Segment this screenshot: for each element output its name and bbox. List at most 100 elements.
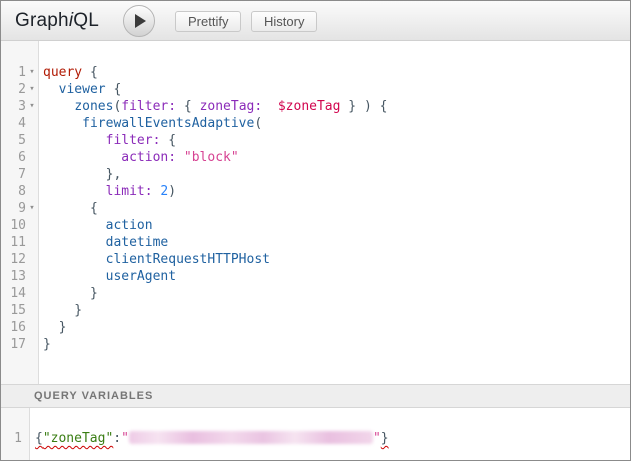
- code-line: }: [43, 285, 630, 302]
- gutter-row: 14: [1, 285, 38, 302]
- fold-cell: [26, 217, 38, 234]
- redacted-zone-tag-value: [129, 431, 373, 444]
- graphiql-app: GraphiQL Prettify History 1▾2▾3▾456789▾1…: [0, 0, 631, 461]
- json-colon: :: [113, 431, 121, 446]
- code-line: }: [43, 336, 630, 353]
- token-p: }: [43, 303, 82, 318]
- token-prop: datetime: [106, 235, 169, 250]
- fold-cell: [26, 234, 38, 251]
- history-button[interactable]: History: [251, 11, 317, 32]
- line-number: 7: [1, 166, 26, 183]
- token-p: ): [168, 184, 176, 199]
- variables-code-area[interactable]: {"zoneTag":""}: [30, 408, 630, 460]
- token-p: [43, 150, 121, 165]
- line-number: 10: [1, 217, 26, 234]
- token-prop: clientRequestHTTPHost: [106, 252, 270, 267]
- fold-toggle-icon[interactable]: ▾: [26, 64, 38, 81]
- token-p: [43, 184, 106, 199]
- code-line: query {: [43, 64, 630, 81]
- fold-cell: [26, 132, 38, 149]
- gutter-row: 4: [1, 115, 38, 132]
- token-p: [43, 269, 106, 284]
- code-line: userAgent: [43, 268, 630, 285]
- gutter-row: 8: [1, 183, 38, 200]
- fold-cell: [26, 319, 38, 336]
- line-number: 8: [1, 183, 26, 200]
- execute-query-button[interactable]: [123, 5, 155, 37]
- line-number: 17: [1, 336, 26, 353]
- code-line: },: [43, 166, 630, 183]
- line-number: 15: [1, 302, 26, 319]
- line-number: 9: [1, 200, 26, 217]
- gutter-row: 17: [1, 336, 38, 353]
- token-p: [176, 150, 184, 165]
- gutter-row: 9▾: [1, 200, 38, 217]
- token-p: [43, 99, 74, 114]
- query-gutter: 1▾2▾3▾456789▾1011121314151617: [1, 41, 39, 384]
- toolbar: GraphiQL Prettify History: [1, 1, 630, 41]
- query-variables-title: QUERY VARIABLES: [34, 390, 153, 402]
- token-p: [43, 82, 59, 97]
- code-line: action: [43, 217, 630, 234]
- line-number: 4: [1, 115, 26, 132]
- token-p: [43, 116, 82, 131]
- token-p: {: [43, 201, 98, 216]
- token-prop: action: [106, 218, 153, 233]
- token-attr: filter:: [106, 133, 161, 148]
- fold-cell: [26, 149, 38, 166]
- prettify-button[interactable]: Prettify: [175, 11, 241, 32]
- gutter-row: 2▾: [1, 81, 38, 98]
- code-line: clientRequestHTTPHost: [43, 251, 630, 268]
- line-number: 1: [14, 431, 22, 446]
- variables-editor[interactable]: 1 {"zoneTag":""}: [1, 408, 630, 460]
- query-variables-title-bar[interactable]: QUERY VARIABLES: [1, 384, 630, 408]
- query-code-area[interactable]: query { viewer { zones(filter: { zoneTag…: [39, 41, 630, 384]
- graphiql-logo: GraphiQL: [15, 10, 99, 32]
- gutter-row: 16: [1, 319, 38, 336]
- fold-cell: ▾: [26, 64, 38, 81]
- code-line: action: "block": [43, 149, 630, 166]
- variables-gutter: 1: [1, 408, 30, 460]
- code-line: zones(filter: { zoneTag: $zoneTag } ) {: [43, 98, 630, 115]
- token-prop: userAgent: [106, 269, 176, 284]
- line-number: 3: [1, 98, 26, 115]
- line-number: 14: [1, 285, 26, 302]
- fold-cell: [26, 285, 38, 302]
- token-var: $zoneTag: [278, 99, 341, 114]
- fold-toggle-icon[interactable]: ▾: [26, 200, 38, 217]
- token-p: [43, 252, 106, 267]
- token-p: {: [82, 65, 98, 80]
- token-p: (: [254, 116, 262, 131]
- token-p: }: [43, 320, 66, 335]
- token-p: }: [43, 286, 98, 301]
- lint-error-span: {"zoneTag": [35, 431, 113, 446]
- token-attr: action:: [121, 150, 176, 165]
- code-line: firewallEventsAdaptive(: [43, 115, 630, 132]
- fold-cell: ▾: [26, 200, 38, 217]
- token-p: [43, 133, 106, 148]
- line-number: 5: [1, 132, 26, 149]
- query-editor[interactable]: 1▾2▾3▾456789▾1011121314151617 query { vi…: [1, 41, 630, 384]
- token-prop: firewallEventsAdaptive: [82, 116, 254, 131]
- code-line: {: [43, 200, 630, 217]
- json-value-open-quote: ": [121, 431, 129, 446]
- token-attr: zoneTag:: [200, 99, 263, 114]
- token-p: }: [43, 337, 51, 352]
- token-p: },: [43, 167, 121, 182]
- token-attr: limit:: [106, 184, 153, 199]
- play-icon: [135, 14, 146, 28]
- code-line: limit: 2): [43, 183, 630, 200]
- fold-cell: [26, 251, 38, 268]
- code-line: viewer {: [43, 81, 630, 98]
- fold-cell: [26, 166, 38, 183]
- fold-toggle-icon[interactable]: ▾: [26, 98, 38, 115]
- fold-cell: [26, 302, 38, 319]
- fold-toggle-icon[interactable]: ▾: [26, 81, 38, 98]
- code-line: }: [43, 302, 630, 319]
- token-p: {: [106, 82, 122, 97]
- token-prop: zones: [74, 99, 113, 114]
- line-number: 12: [1, 251, 26, 268]
- token-p: {: [176, 99, 199, 114]
- fold-cell: ▾: [26, 81, 38, 98]
- token-p: [43, 235, 106, 250]
